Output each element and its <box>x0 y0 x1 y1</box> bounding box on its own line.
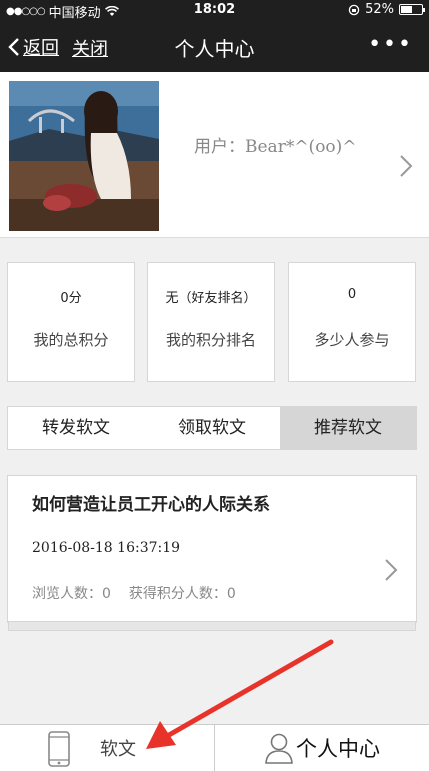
profile-card[interactable]: 用户：Bear*^(oo)^ <box>0 72 429 238</box>
stat-participants: 0 多少人参与 <box>288 262 416 382</box>
stat-label: 我的总积分 <box>33 331 109 349</box>
stat-label: 多少人参与 <box>314 331 390 349</box>
chevron-right-icon <box>385 559 398 581</box>
article-tabs: 转发软文 领取软文 推荐软文 <box>7 406 417 450</box>
phone-icon <box>48 731 70 767</box>
stat-total-points: 0分 我的总积分 <box>7 262 135 382</box>
tab-claim[interactable]: 领取软文 <box>144 407 280 449</box>
tab-forward[interactable]: 转发软文 <box>8 407 144 449</box>
page-title: 个人中心 <box>174 37 255 61</box>
stat-value: 0 <box>347 287 357 302</box>
battery-percent: 52% <box>365 2 394 17</box>
article-card[interactable]: 如何营造让员工开心的人际关系 2016-08-18 16:37:19 浏览人数：… <box>7 475 417 631</box>
article-title: 如何营造让员工开心的人际关系 <box>32 495 270 515</box>
bottom-tab-wen-label: 软文 <box>100 739 136 760</box>
bottom-tab-bar: 软文 个人中心 <box>0 724 429 771</box>
bottom-tab-me[interactable]: 个人中心 <box>214 725 429 771</box>
user-name: Bear*^(oo)^ <box>245 137 357 157</box>
stat-value: 无（好友排名） <box>165 291 257 306</box>
article-stats: 浏览人数：0 获得积分人数：0 <box>32 583 236 603</box>
stat-ranking: 无（好友排名） 我的积分排名 <box>147 262 275 382</box>
rotation-lock-icon <box>348 4 360 15</box>
status-bar: ●●○○○ 中国移动 18:02 52% <box>0 0 429 21</box>
article-date: 2016-08-18 16:37:19 <box>32 540 181 556</box>
battery-icon <box>399 4 425 15</box>
article-points: 获得积分人数：0 <box>128 586 236 602</box>
user-name-line: 用户：Bear*^(oo)^ <box>194 132 357 157</box>
stat-label: 我的积分排名 <box>165 331 256 349</box>
nav-bar: 返回 关闭 个人中心 ••• <box>0 20 429 72</box>
bottom-tab-me-label: 个人中心 <box>296 737 380 761</box>
more-icon[interactable]: ••• <box>368 32 413 57</box>
article-views: 浏览人数：0 <box>32 586 111 602</box>
tab-recommend[interactable]: 推荐软文 <box>280 407 416 449</box>
user-icon <box>265 733 293 764</box>
user-label: 用户： <box>194 137 245 157</box>
avatar <box>9 81 159 231</box>
bottom-tab-wen[interactable]: 软文 <box>0 725 214 771</box>
stat-value: 0分 <box>60 291 82 306</box>
chevron-right-icon <box>400 155 413 177</box>
